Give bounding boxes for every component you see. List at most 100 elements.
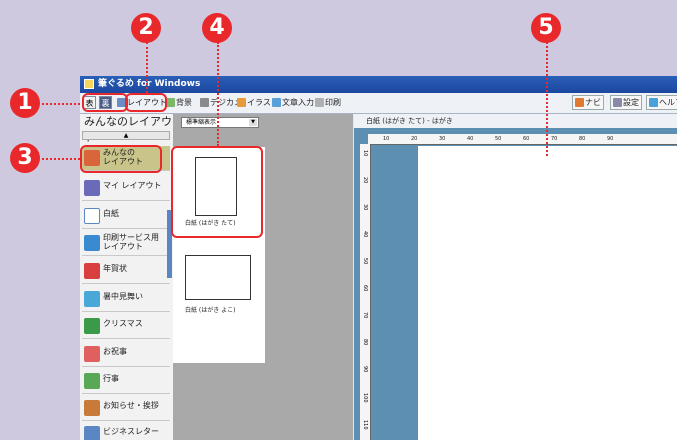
callout-badge-5: 5 (531, 13, 561, 43)
callout-leader (217, 42, 219, 146)
ruler-tick: 10 (362, 150, 368, 157)
thumbnail-landscape[interactable] (185, 255, 251, 300)
sidebar-item-label: 印刷サービス用 レイアウト (103, 233, 159, 251)
chevron-down-icon: ▼ (249, 119, 257, 126)
callout-highlight-thumbnail (171, 146, 263, 238)
ruler-tick: 70 (551, 136, 558, 142)
sidebar-item-label: ビジネスレター (103, 427, 159, 436)
ruler-tick: 60 (362, 285, 368, 292)
sidebar-item-my-layout[interactable]: マイ レイアウト (82, 176, 170, 201)
print-button[interactable]: 印刷 (315, 95, 341, 110)
ruler-tick: 60 (523, 136, 530, 142)
new-year-card-icon (84, 263, 100, 279)
toolbar: 表 裏 レイアウト 背景 デジカメ イラスト 文章入力 印刷 ナビ 設定 ヘルプ (80, 93, 677, 114)
callout-highlight-mode-buttons (82, 93, 128, 112)
gear-icon (613, 98, 622, 107)
sidebar-item-label: お祝事 (103, 347, 127, 356)
sidebar-item-label: マイ レイアウト (103, 181, 162, 190)
title-bar: 筆ぐるめ for Windows (80, 76, 677, 93)
sidebar-item-notice[interactable]: お知らせ・挨拶 (82, 396, 170, 421)
blank-page-icon (84, 208, 100, 224)
sidebar-title: みんなのレイアウト (84, 115, 172, 144)
sidebar-item-summer[interactable]: 暑中見舞い (82, 287, 170, 312)
business-letter-icon (84, 426, 100, 440)
callout-leader (42, 158, 80, 160)
person-icon (84, 180, 100, 196)
display-size-select[interactable]: 標準縮表示 ▼ (181, 117, 259, 128)
ruler-tick: 30 (362, 204, 368, 211)
help-button[interactable]: ヘルプ (646, 95, 677, 110)
callout-highlight-layout-button (125, 93, 167, 112)
ruler-tick: 40 (467, 136, 474, 142)
callout-leader (42, 103, 80, 105)
ruler-tick: 40 (362, 231, 368, 238)
ruler-tick: 100 (362, 393, 368, 403)
sidebar-item-label: 年賀状 (103, 264, 127, 273)
background-icon (166, 98, 175, 107)
event-icon (84, 373, 100, 389)
sidebar-item-label: 暑中見舞い (103, 292, 143, 301)
window-title: 筆ぐるめ for Windows (98, 79, 201, 89)
digicam-button[interactable]: デジカメ (200, 95, 242, 110)
callout-leader (146, 42, 148, 93)
navi-button[interactable]: ナビ (572, 95, 604, 110)
callout-leader (546, 42, 548, 156)
sidebar-item-print-service[interactable]: 印刷サービス用 レイアウト (82, 231, 170, 256)
illust-icon (237, 98, 246, 107)
printer-icon (315, 98, 324, 107)
callout-badge-4: 4 (202, 13, 232, 43)
sidebar-item-business-letter[interactable]: ビジネスレター (82, 422, 170, 440)
thumbnail-label: 白紙 (はがき よこ) (185, 307, 236, 314)
callout-badge-3: 3 (10, 143, 40, 173)
ruler-tick: 20 (362, 177, 368, 184)
settings-label: 設定 (623, 98, 639, 107)
background-button[interactable]: 背景 (166, 95, 192, 110)
ruler-tick: 30 (439, 136, 446, 142)
help-icon (649, 98, 658, 107)
postcard-canvas[interactable] (418, 146, 677, 440)
sidebar-item-event[interactable]: 行事 (82, 369, 170, 394)
app-icon (84, 79, 94, 89)
sidebar-item-christmas[interactable]: クリスマス (82, 314, 170, 339)
ruler-tick: 50 (495, 136, 502, 142)
settings-button[interactable]: 設定 (610, 95, 642, 110)
app-window: 筆ぐるめ for Windows 表 裏 レイアウト 背景 デジカメ イラスト … (80, 76, 677, 440)
text-icon (272, 98, 281, 107)
celebration-icon (84, 346, 100, 362)
ruler-tick: 20 (411, 136, 418, 142)
christmas-icon (84, 318, 100, 334)
callout-highlight-sidebar-item (80, 145, 162, 173)
notice-icon (84, 400, 100, 416)
background-label: 背景 (176, 98, 192, 107)
ruler-tick: 70 (362, 312, 368, 319)
sidebar-item-label: 行事 (103, 374, 119, 383)
preview-title: 白紙 (はがき たて) - はがき (354, 114, 677, 128)
sidebar-item-label: お知らせ・挨拶 (103, 401, 159, 410)
print-service-icon (84, 235, 100, 251)
horizontal-ruler: 10 20 30 40 50 60 70 80 90 (368, 134, 677, 145)
camera-icon (200, 98, 209, 107)
ruler-tick: 80 (362, 339, 368, 346)
sidebar-item-label: クリスマス (103, 319, 143, 328)
text-input-button[interactable]: 文章入力 (272, 95, 314, 110)
sidebar-item-label: 白紙 (103, 209, 119, 218)
callout-badge-1: 1 (10, 88, 40, 118)
text-input-label: 文章入力 (282, 98, 314, 107)
ruler-tick: 90 (607, 136, 614, 142)
ruler-tick: 110 (362, 420, 368, 430)
ruler-tick: 50 (362, 258, 368, 265)
sidebar-item-celebration[interactable]: お祝事 (82, 342, 170, 367)
print-label: 印刷 (325, 98, 341, 107)
summer-card-icon (84, 291, 100, 307)
sidebar-item-blank[interactable]: 白紙 (82, 204, 170, 229)
vertical-ruler: 10 20 30 40 50 60 70 80 90 100 110 (360, 144, 371, 440)
navi-icon (575, 98, 584, 107)
sidebar-scroll-up[interactable]: ▲ (82, 131, 170, 140)
preview-area: 白紙 (はがき たて) - はがき 10 20 30 40 50 60 70 8… (354, 114, 677, 440)
sidebar-item-new-year[interactable]: 年賀状 (82, 259, 170, 284)
display-size-value: 標準縮表示 (186, 119, 217, 126)
ruler-tick: 90 (362, 366, 368, 373)
ruler-tick: 10 (383, 136, 390, 142)
ruler-tick: 80 (579, 136, 586, 142)
callout-badge-2: 2 (131, 13, 161, 43)
